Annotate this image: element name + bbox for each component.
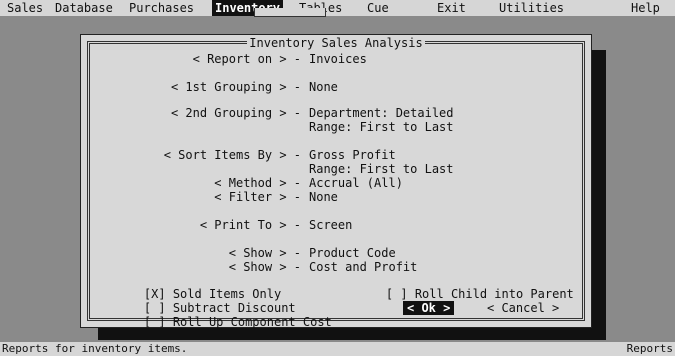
menu-sales[interactable]: Sales bbox=[4, 0, 46, 16]
menu-exit[interactable]: Exit bbox=[434, 0, 469, 16]
show-product-button[interactable]: < Show > - bbox=[229, 247, 301, 260]
show-cost-value: Cost and Profit bbox=[309, 260, 418, 274]
menu-utilities[interactable]: Utilities bbox=[496, 0, 567, 16]
print-to-button[interactable]: < Print To > - bbox=[200, 219, 301, 232]
show-product-value: Product Code bbox=[309, 246, 396, 260]
second-grouping-value: Department: Detailed bbox=[309, 106, 454, 120]
print-to-value: Screen bbox=[309, 218, 353, 232]
sort-items-by-button[interactable]: < Sort Items By > - bbox=[164, 149, 301, 162]
method-button[interactable]: < Method > - bbox=[214, 177, 301, 190]
sort-items-range: Range: First to Last bbox=[309, 162, 454, 176]
status-section: Reports bbox=[626, 342, 673, 355]
menu-help[interactable]: Help bbox=[628, 0, 663, 16]
inventory-sales-analysis-dialog: Inventory Sales Analysis < Report on > -… bbox=[80, 34, 592, 329]
ok-button[interactable]: < Ok > bbox=[403, 301, 455, 315]
checkbox-mark: [ ] bbox=[385, 287, 408, 301]
checkbox-mark: [ ] bbox=[143, 315, 166, 329]
method-value: Accrual (All) bbox=[309, 176, 403, 190]
menu-database[interactable]: Database bbox=[52, 0, 116, 16]
filter-value: None bbox=[309, 190, 338, 204]
second-grouping-range: Range: First to Last bbox=[309, 120, 454, 134]
first-grouping-value: None bbox=[309, 80, 338, 94]
checkbox-label: Roll Up Component Cost bbox=[172, 315, 332, 329]
filter-button[interactable]: < Filter > - bbox=[214, 191, 301, 204]
menu-bar: Sales Database Purchases Inventory Table… bbox=[0, 0, 675, 16]
checkbox-label: Roll Child into Parent bbox=[414, 287, 574, 301]
first-grouping-button[interactable]: < 1st Grouping > - bbox=[171, 81, 301, 94]
sort-items-by-value: Gross Profit bbox=[309, 148, 396, 162]
roll-up-component-cost-checkbox[interactable]: [ ] Roll Up Component Cost bbox=[115, 303, 332, 342]
cancel-button[interactable]: < Cancel > bbox=[487, 301, 559, 315]
status-message: Reports for inventory items. bbox=[2, 342, 188, 355]
menu-purchases[interactable]: Purchases bbox=[126, 0, 197, 16]
status-bar: Reports for inventory items. Reports bbox=[0, 342, 675, 356]
second-grouping-button[interactable]: < 2nd Grouping > - bbox=[171, 107, 301, 120]
dialog-title: Inventory Sales Analysis bbox=[247, 36, 425, 50]
report-on-value: Invoices bbox=[309, 52, 367, 66]
report-on-button[interactable]: < Report on > - bbox=[193, 53, 301, 66]
show-cost-button[interactable]: < Show > - bbox=[229, 261, 301, 274]
menu-dropdown-stub bbox=[254, 8, 326, 17]
menu-cue[interactable]: Cue bbox=[364, 0, 392, 16]
